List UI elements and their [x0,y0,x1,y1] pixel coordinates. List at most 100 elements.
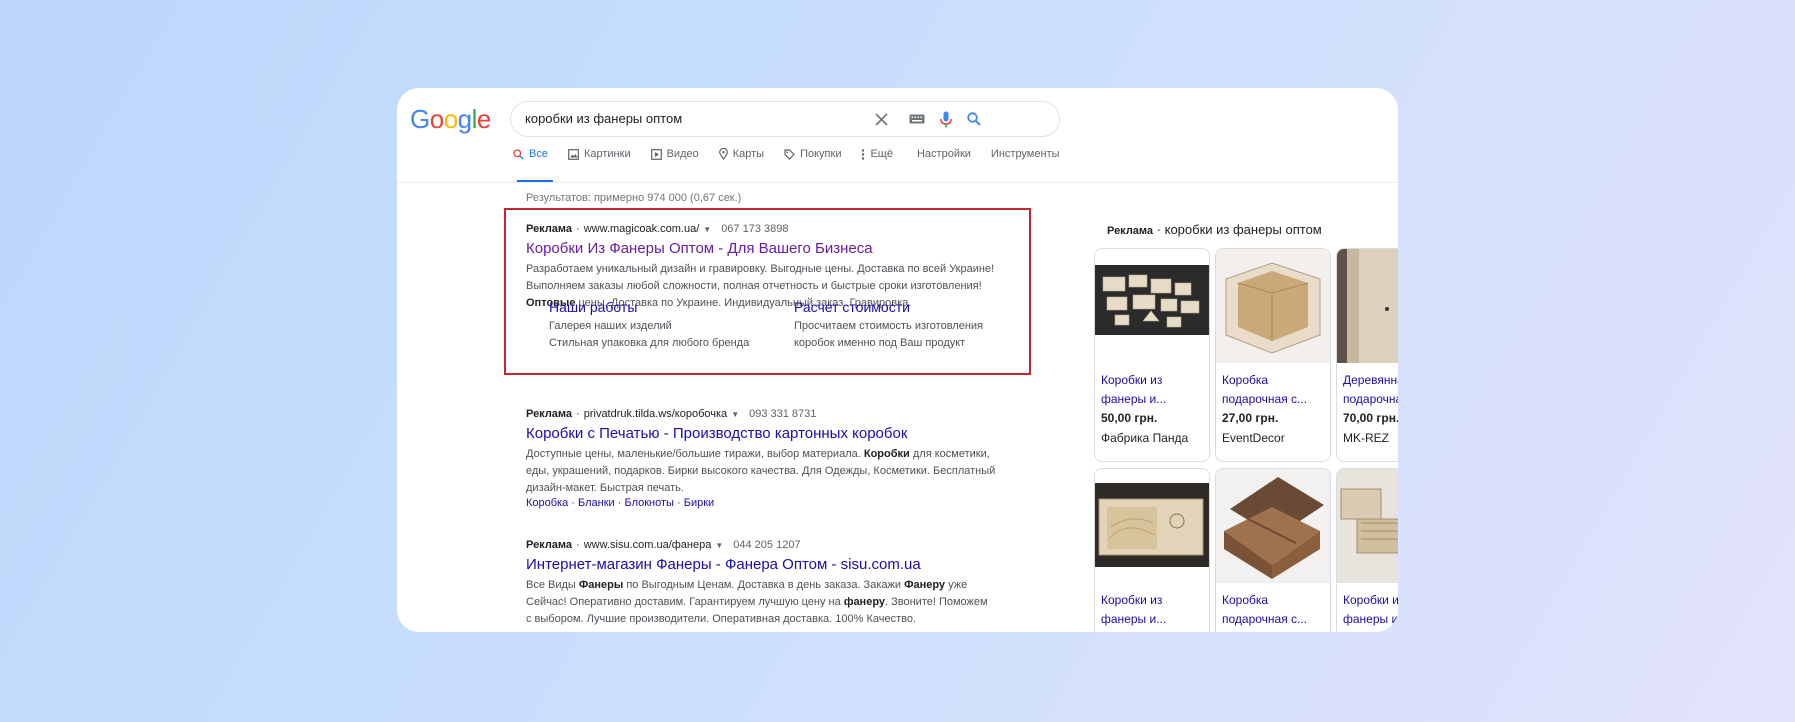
link-separator: · [673,497,684,509]
tab-images[interactable]: Картинки [568,138,631,170]
sitelink-desc: Просчитаем стоимость изготовления коробо… [794,318,983,352]
tab-label: Ещё [870,148,893,160]
logo-letter: g [457,104,472,134]
product-card[interactable]: Коробки из фанеры и... [1094,468,1210,632]
ad-title[interactable]: Коробки с Печатью - Производство картонн… [526,425,1036,442]
ad-meta: Реклама · www.magicoak.com.ua/ ▼ 067 173… [526,223,1026,235]
inline-link-notebooks[interactable]: Блокноты [624,497,673,509]
tab-more[interactable]: Ещё [861,138,893,170]
product-title[interactable]: Коробка подарочная с... [1222,371,1326,409]
desc-bold: Коробки [863,448,910,460]
google-logo[interactable]: Google [410,104,491,135]
tab-tools[interactable]: Инструменты [991,138,1060,170]
desc-bold: Фанеру [904,579,946,591]
product-card[interactable]: Деревянная подарочная... 70,00 грн. MK-R… [1336,248,1398,462]
product-title[interactable]: Коробки из фанеры и... [1101,371,1205,409]
product-image[interactable] [1216,469,1330,583]
inline-link-forms[interactable]: Бланки [578,497,615,509]
desc-line: дизайн-макет. Быстрая печать. [526,482,684,494]
product-title[interactable]: Коробки из фанеры и... [1343,591,1398,629]
product-image[interactable] [1216,249,1330,363]
dot-separator: · [576,539,580,551]
inline-link-tags[interactable]: Бирки [684,497,714,509]
sitelink-desc-line: коробок именно под Ваш продукт [794,337,966,349]
tab-label: Настройки [916,148,971,160]
desc-line: Сейчас! Оперативно доставим. Гарантируем… [526,594,1036,611]
tab-maps[interactable]: Карты [718,138,765,170]
tab-settings[interactable]: Настройки [917,138,971,170]
ad-label: Реклама [526,408,573,420]
product-card[interactable]: Коробка подарочная с... [1215,468,1331,632]
ad-meta: Реклама · privatdruk.tilda.ws/коробочка … [526,408,1036,420]
link-separator: · [614,497,625,509]
tab-shopping[interactable]: Покупки [784,138,841,170]
desc-text: по Выгодным Ценам. Доставка в день заказ… [623,579,905,591]
ad-url[interactable]: www.magicoak.com.ua/ [584,223,700,235]
desc-text: . Звоните! Поможем [885,596,988,608]
tab-all[interactable]: Все [513,138,548,170]
dot-separator: · [1153,222,1165,237]
ad-inline-links: Коробка · Бланки · Блокноты · Бирки [526,497,1036,509]
caret-down-icon[interactable]: ▼ [715,541,723,550]
image-icon [568,148,579,160]
sitelink-desc-line: Галерея наших изделий [549,320,672,332]
product-seller: MK-REZ [1343,431,1389,445]
browser-window: Google коробки из фанеры оптом Все Карти… [397,88,1398,632]
sitelink-title[interactable]: Расчет стоимости [794,299,983,315]
caret-down-icon[interactable]: ▼ [703,225,711,234]
tab-label: Инструменты [990,148,1060,160]
desc-bold: фанеру [843,596,886,608]
inline-link-box[interactable]: Коробка [526,497,568,509]
product-image[interactable] [1337,249,1398,363]
product-price: 27,00 грн. [1222,411,1279,425]
search-query[interactable]: коробки из фанеры оптом [525,111,682,126]
sitelink-title[interactable]: Наши работы [549,299,749,315]
desc-line: еды, украшений, подарков. Бирки высокого… [526,465,996,477]
ad-result-3: Реклама · www.sisu.com.ua/фанера ▼ 044 2… [526,539,1036,628]
logo-letter: o [443,104,458,134]
ad-phone[interactable]: 093 331 8731 [749,408,816,420]
product-image[interactable] [1095,469,1209,583]
tab-label: Картинки [583,148,631,160]
product-card[interactable]: Коробки из фанеры и... 50,00 грн. Фабрик… [1094,248,1210,462]
product-image[interactable] [1337,469,1398,583]
ad-phone[interactable]: 067 173 3898 [721,223,788,235]
desc-bold: Фанеры [578,579,624,591]
sitelink-price[interactable]: Расчет стоимости Просчитаем стоимость из… [794,299,983,352]
ad-title[interactable]: Коробки Из Фанеры Оптом - Для Вашего Биз… [526,240,1026,257]
ad-url[interactable]: privatdruk.tilda.ws/коробочка [584,408,727,420]
link-separator: · [568,497,579,509]
ad-description: Все Виды Фанеры по Выгодным Ценам. Доста… [526,577,1036,628]
product-seller: Фабрика Панда [1101,431,1189,445]
more-vert-icon [862,148,865,160]
ad-url[interactable]: www.sisu.com.ua/фанера [584,539,712,551]
shopping-query: коробки из фанеры оптом [1164,222,1322,237]
clear-icon[interactable] [871,102,891,136]
logo-letter: o [429,104,444,134]
result-stats: Результатов: примерно 974 000 (0,67 сек.… [526,192,742,204]
product-title[interactable]: Коробки из фанеры и... [1101,591,1205,629]
product-title[interactable]: Деревянная подарочная... [1343,371,1398,409]
sitelink-works[interactable]: Наши работы Галерея наших изделий Стильн… [549,299,749,352]
ad-phone[interactable]: 044 205 1207 [733,539,800,551]
keyboard-icon[interactable] [905,102,929,136]
caret-down-icon[interactable]: ▼ [731,410,739,419]
desc-text: Сейчас! Оперативно доставим. Гарантируем… [526,596,844,608]
sitelink-desc-line: Стильная упаковка для любого бренда [549,337,750,349]
ad-label: Реклама [1107,225,1154,237]
dot-separator: · [576,223,580,235]
search-input[interactable]: коробки из фанеры оптом [510,101,1060,137]
product-card[interactable]: Коробка подарочная с... 27,00 грн. Event… [1215,248,1331,462]
product-image[interactable] [1095,249,1209,363]
tab-label: Видео [666,148,699,160]
product-title[interactable]: Коробка подарочная с... [1222,591,1326,629]
product-card[interactable]: Коробки из фанеры и... [1336,468,1398,632]
microphone-icon[interactable] [936,102,956,136]
logo-letter: G [410,104,430,134]
search-icon[interactable] [964,102,984,136]
tab-label: Карты [732,148,765,160]
ad-title[interactable]: Интернет-магазин Фанеры - Фанера Оптом -… [526,556,1036,573]
video-icon [650,148,662,160]
tab-label: Все [529,148,548,160]
tab-video[interactable]: Видео [650,138,699,170]
